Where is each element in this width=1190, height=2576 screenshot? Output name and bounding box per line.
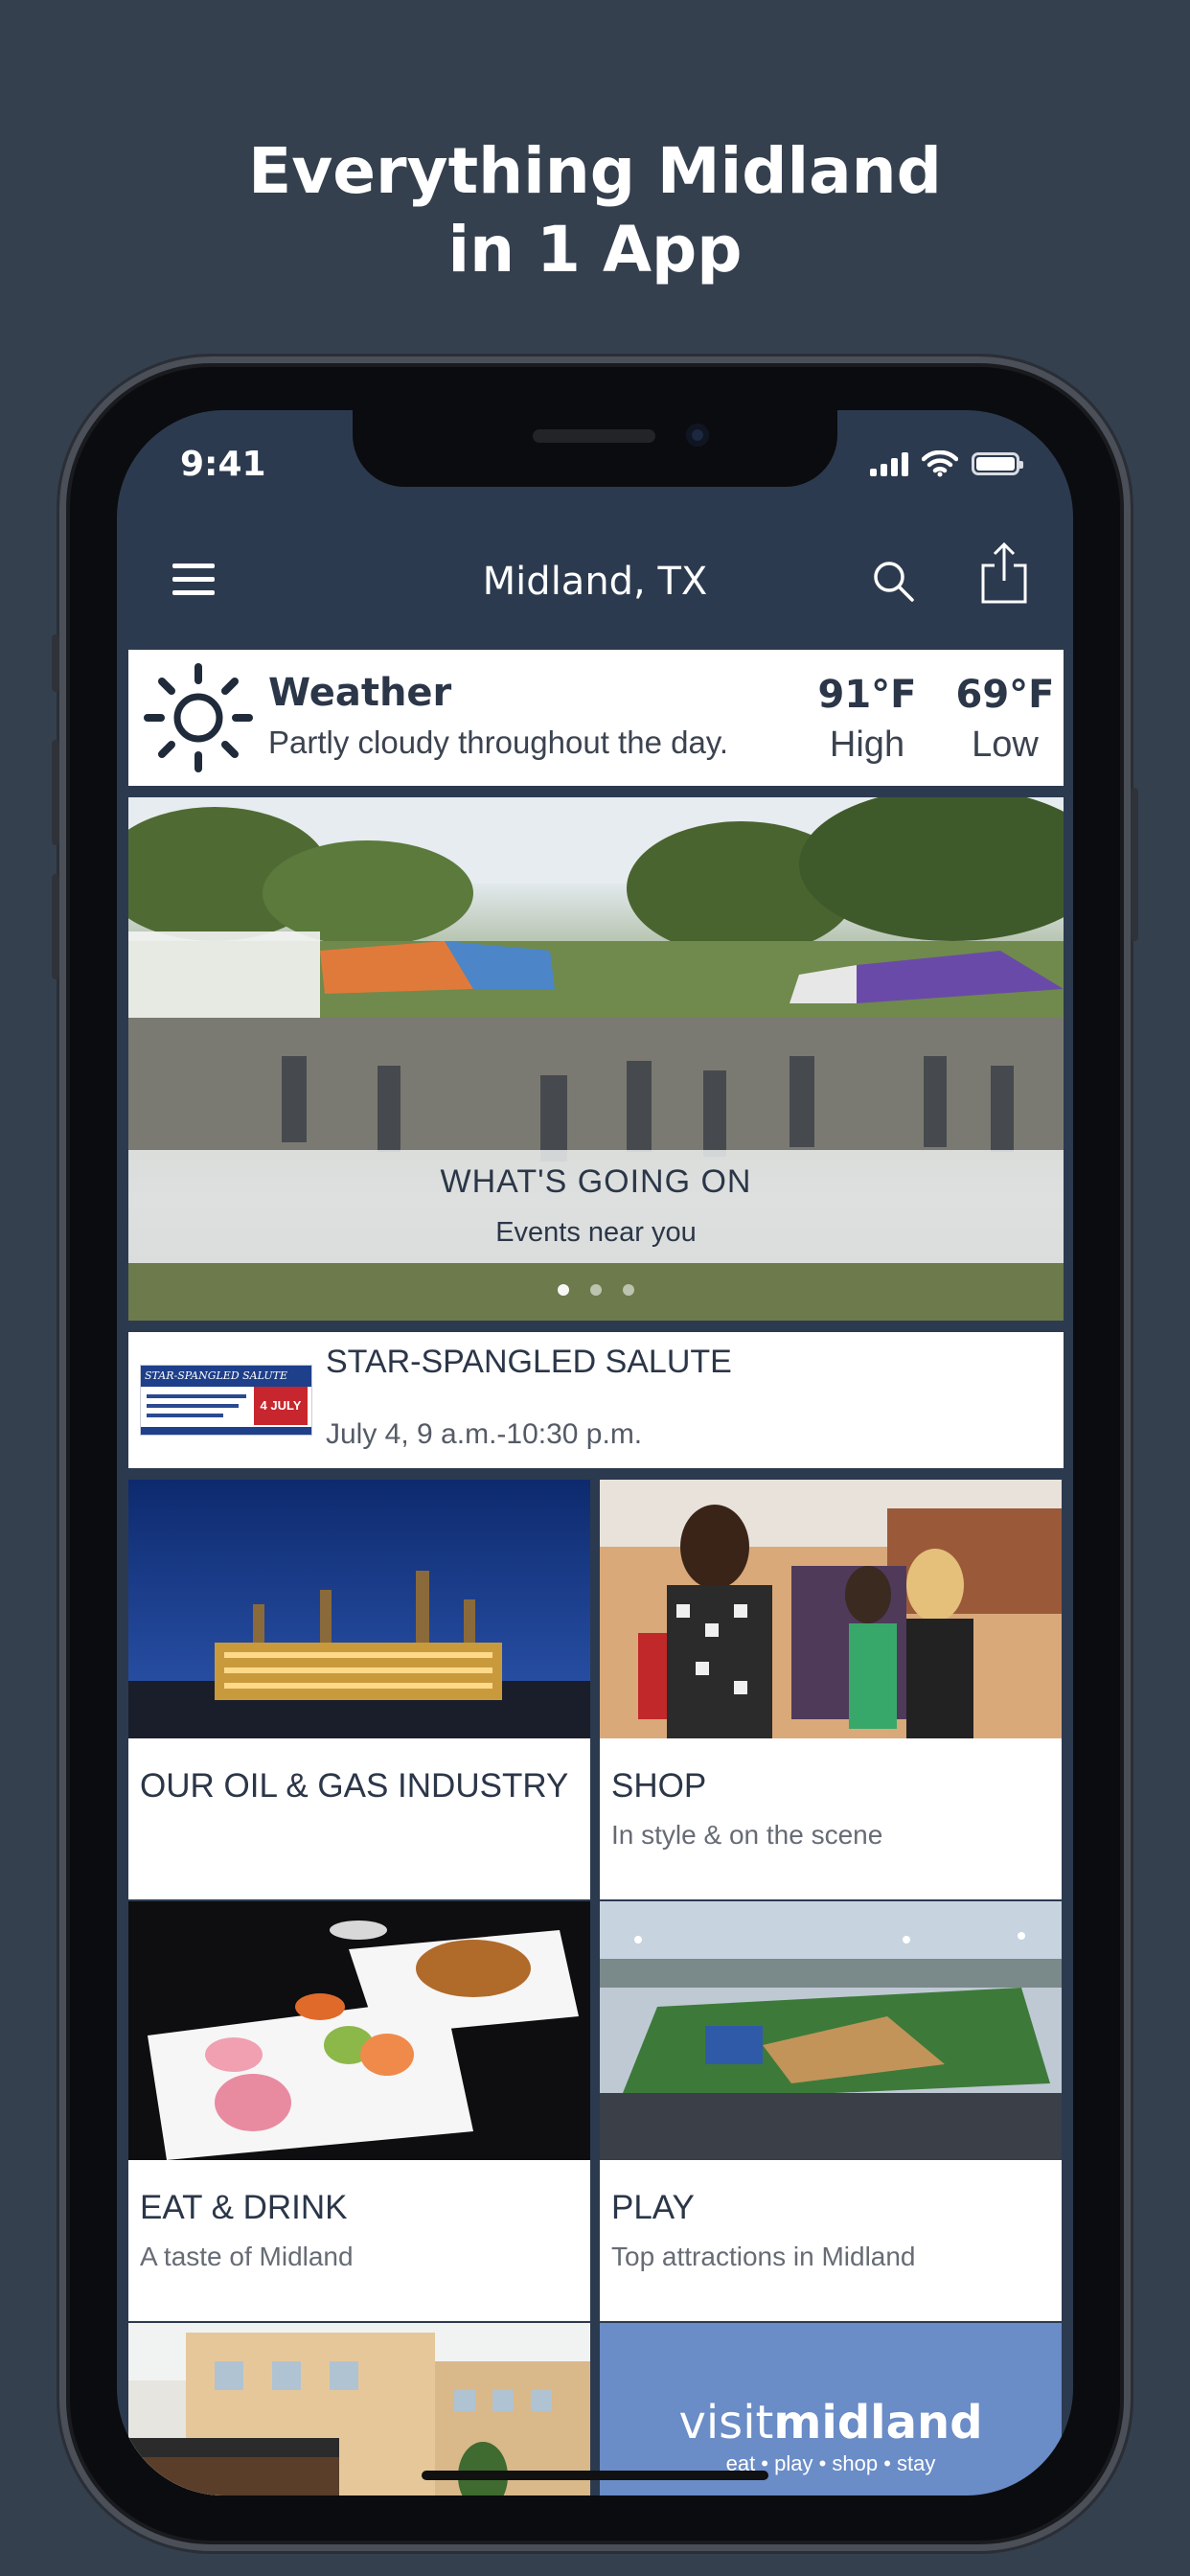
page-indicator[interactable] xyxy=(128,1284,1064,1296)
front-camera xyxy=(686,424,709,447)
tile-visit-midland[interactable]: visitmidland eat • play • shop • stay xyxy=(600,2323,1062,2496)
headline-line-1: Everything Midland xyxy=(248,134,942,208)
thumb-banner-text: STAR-SPANGLED SALUTE xyxy=(141,1366,311,1387)
event-date: July 4, 9 a.m.-10:30 p.m. xyxy=(326,1418,643,1450)
tile-subtitle: Top attractions in Midland xyxy=(611,2242,916,2271)
status-time: 9:41 xyxy=(180,445,266,484)
events-hero-banner[interactable]: WHAT'S GOING ON Events near you xyxy=(128,797,1064,1321)
weather-title: Weather xyxy=(268,671,452,715)
hero-title: WHAT'S GOING ON xyxy=(440,1163,752,1200)
notch xyxy=(353,410,837,487)
sushi-photo xyxy=(128,1901,590,2160)
mute-switch xyxy=(52,634,59,692)
hero-subtitle: Events near you xyxy=(495,1217,697,1248)
home-indicator[interactable] xyxy=(422,2471,768,2480)
nav-title: Midland, TX xyxy=(482,560,708,604)
tile-play[interactable]: PLAY Top attractions in Midland xyxy=(600,1901,1062,2321)
tile-title: OUR OIL & GAS INDUSTRY xyxy=(140,1767,569,1805)
tile-oil-gas[interactable]: OUR OIL & GAS INDUSTRY xyxy=(128,1480,590,1899)
hotel-photo xyxy=(128,2323,590,2496)
event-card[interactable]: STAR-SPANGLED SALUTE 4 JULY STAR-SPANGLE… xyxy=(128,1332,1064,1468)
wifi-icon xyxy=(922,450,958,477)
marketing-headline: Everything Midland in 1 App xyxy=(0,132,1190,289)
nav-bar: Midland, TX xyxy=(117,516,1073,646)
tile-eat-drink[interactable]: EAT & DRINK A taste of Midland xyxy=(128,1901,590,2321)
logo-part-midland: midland xyxy=(773,2396,983,2450)
speaker-grille xyxy=(533,429,655,443)
tile-shop[interactable]: SHOP In style & on the scene xyxy=(600,1480,1062,1899)
battery-icon xyxy=(972,452,1023,475)
volume-up-button xyxy=(52,740,59,845)
app-screen: 9:41 Midland, TX Weather Partly cloudy t… xyxy=(117,410,1073,2496)
sun-icon xyxy=(144,663,253,772)
search-icon[interactable] xyxy=(870,558,916,604)
phone-frame: 9:41 Midland, TX Weather Partly cloudy t… xyxy=(52,356,1138,2551)
power-button xyxy=(1131,788,1138,941)
share-icon[interactable] xyxy=(977,540,1031,606)
logo-part-visit: visit xyxy=(678,2396,774,2450)
volume-down-button xyxy=(52,874,59,979)
refinery-photo xyxy=(128,1480,590,1738)
boutique-photo xyxy=(600,1480,1062,1738)
low-temperature: 69°F xyxy=(955,673,1055,717)
tile-subtitle: A taste of Midland xyxy=(140,2242,354,2271)
hero-caption: WHAT'S GOING ON Events near you xyxy=(128,1150,1064,1263)
weather-card[interactable]: Weather Partly cloudy throughout the day… xyxy=(128,650,1064,786)
page-dot[interactable] xyxy=(590,1284,602,1296)
event-thumbnail: STAR-SPANGLED SALUTE 4 JULY xyxy=(140,1365,312,1436)
tile-subtitle: In style & on the scene xyxy=(611,1820,883,1850)
tile-title: PLAY xyxy=(611,2189,695,2226)
visit-midland-logo: visitmidland xyxy=(600,2396,1062,2450)
page-dot[interactable] xyxy=(623,1284,634,1296)
high-temperature: 91°F xyxy=(817,673,917,717)
tile-title: SHOP xyxy=(611,1767,707,1805)
tile-hotel[interactable] xyxy=(128,2323,590,2496)
signal-icon xyxy=(870,451,908,476)
weather-description: Partly cloudy throughout the day. xyxy=(268,724,729,760)
ballpark-photo xyxy=(600,1901,1062,2160)
low-label: Low xyxy=(972,724,1039,765)
high-label: High xyxy=(829,724,905,765)
thumb-badge: 4 JULY xyxy=(254,1387,308,1425)
page-dot[interactable] xyxy=(558,1284,569,1296)
headline-line-2: in 1 App xyxy=(447,213,743,287)
tile-title: EAT & DRINK xyxy=(140,2189,348,2226)
event-title: STAR-SPANGLED SALUTE xyxy=(326,1344,732,1380)
